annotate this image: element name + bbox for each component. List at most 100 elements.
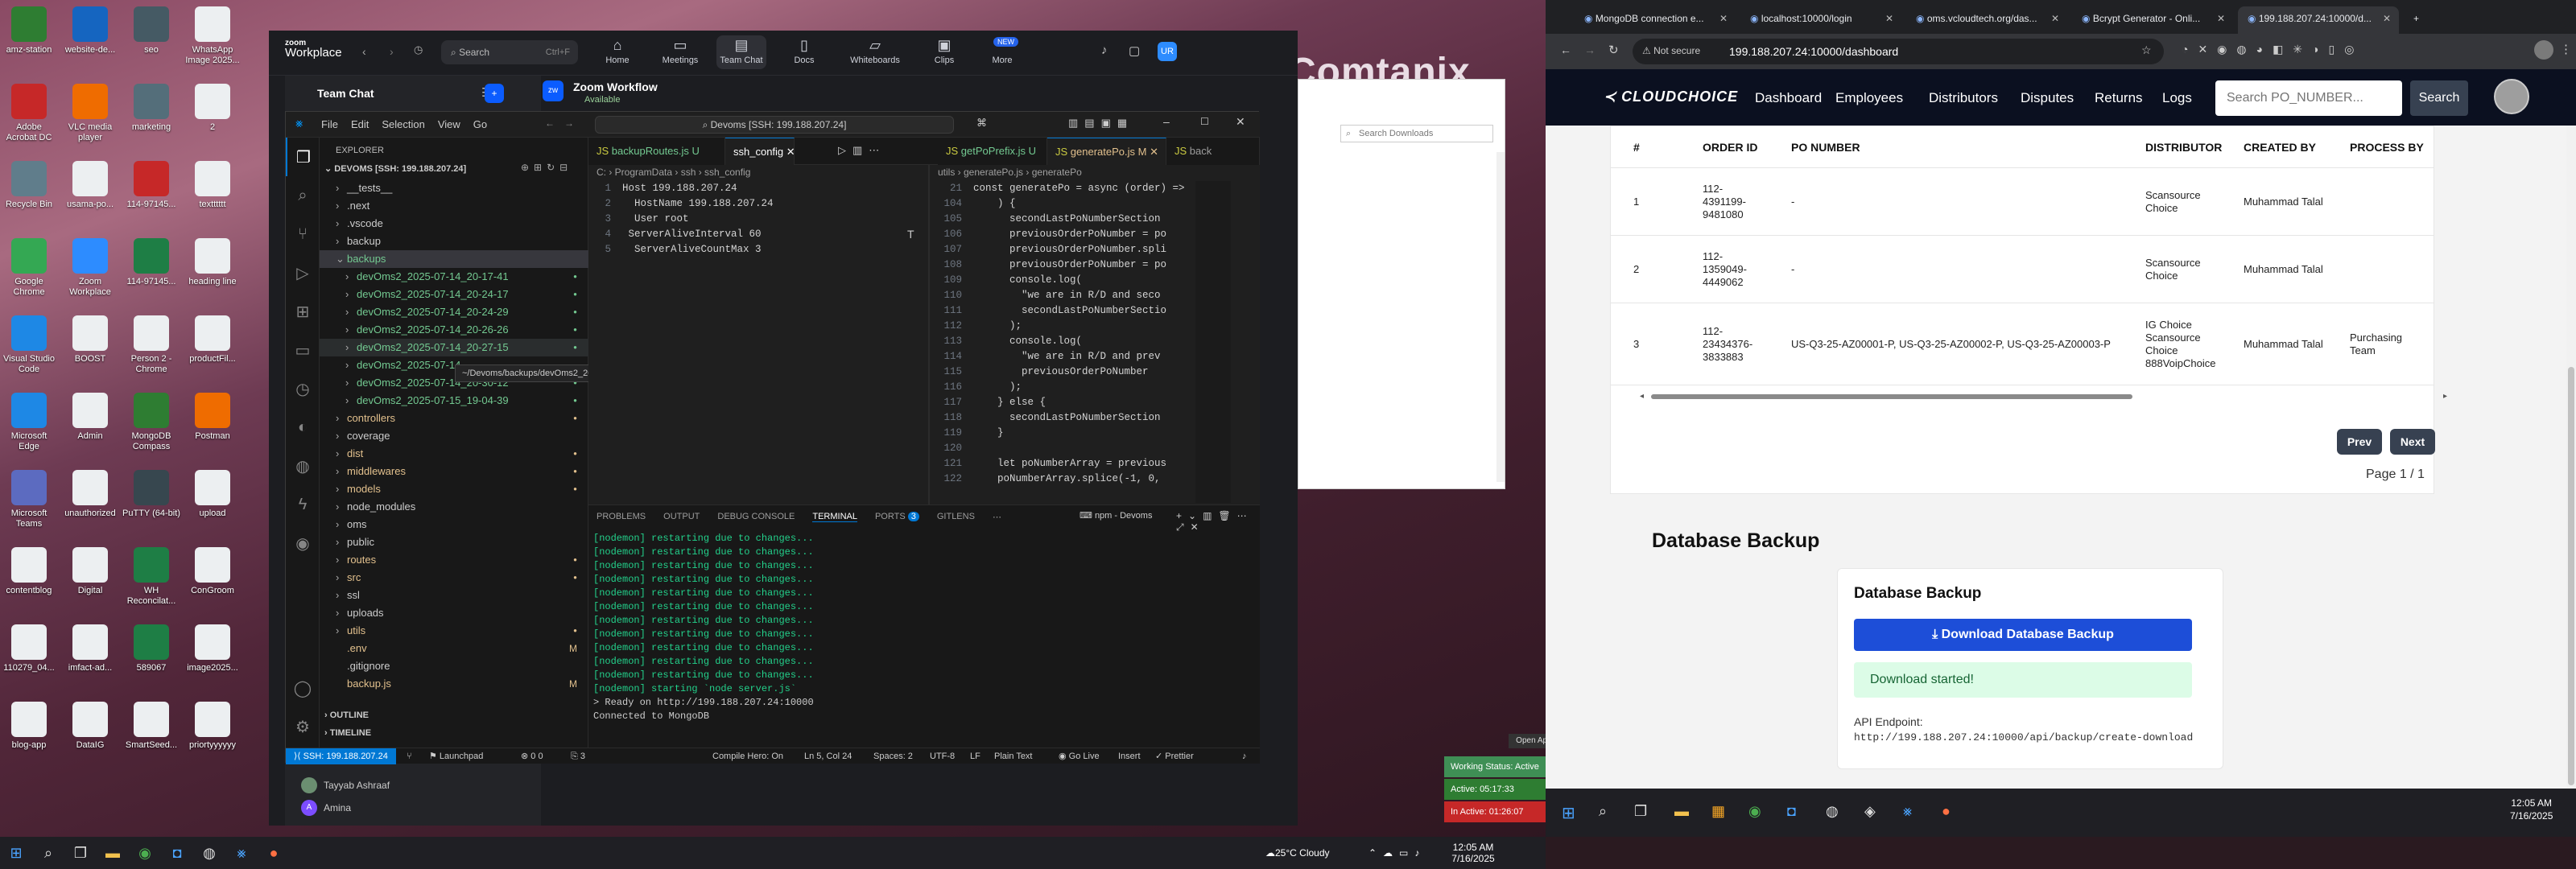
desktop-icon-dataig[interactable]: DataIG (61, 702, 119, 751)
tab-generatepo[interactable]: JS generatePo.js M ✕ (1047, 138, 1166, 165)
desktop-icon-file-110279[interactable]: 110279_04... (0, 624, 58, 673)
desktop-icon-smartseed[interactable]: SmartSeed... (122, 702, 180, 751)
profile-avatar[interactable] (2534, 40, 2553, 60)
nav-distributors[interactable]: Distributors (1929, 90, 1998, 106)
postman-taskbar-icon[interactable]: ● (1942, 803, 1951, 820)
terminal-actions-icons[interactable]: +⌄▥🗑⋯⤢✕ (1176, 510, 1260, 533)
desktop-icon-seo[interactable]: seo (122, 6, 180, 56)
launchpad-item[interactable]: ⚑ Launchpad (429, 748, 483, 764)
tree-item[interactable]: › devOms2_2025-07-14_20-24-29 ● (320, 303, 588, 321)
menu-view[interactable]: View (438, 118, 460, 130)
timeline-icon[interactable]: ◷ (286, 369, 320, 408)
tree-item[interactable]: › controllers ● (320, 410, 588, 427)
desktop-icon-marketing[interactable]: marketing (122, 84, 180, 133)
tree-item[interactable]: › src ● (320, 569, 588, 587)
clock-left[interactable]: 12:05 AM 7/16/2025 (1449, 837, 1497, 869)
menu-edit[interactable]: Edit (351, 118, 369, 130)
next-page-button[interactable]: Next (2390, 429, 2435, 455)
indentation[interactable]: Spaces: 2 (873, 748, 913, 764)
weather-widget[interactable]: ☁ 25°C Cloudy (1265, 837, 1330, 869)
maximize-icon[interactable]: ☐ (1200, 116, 1209, 127)
task-view-icon[interactable]: ❐ (64, 837, 97, 869)
nav-disputes[interactable]: Disputes (2021, 90, 2074, 106)
zoom-tab-team-chat[interactable]: ▤ Team Chat (716, 35, 766, 69)
desktop-icon-person2-chrome[interactable]: Person 2 - Chrome (122, 315, 180, 375)
prev-page-button[interactable]: Prev (2337, 429, 2382, 455)
explorer-actions-icons[interactable]: ⊕⊞↻⊟ (521, 162, 572, 173)
tree-item[interactable]: › ssl (320, 587, 588, 604)
tree-item[interactable]: .gitignore (320, 657, 588, 675)
desktop-icon-zoom-workplace[interactable]: Zoom Workplace (61, 238, 119, 298)
vscode-taskbar-icon[interactable]: ⨳ (1903, 803, 1912, 820)
desktop-icon-boost[interactable]: BOOST (61, 315, 119, 364)
clock-right[interactable]: 12:05 AM 7/16/2025 (2510, 797, 2553, 822)
desktop-icon-website-de[interactable]: website-de... (61, 6, 119, 56)
panel-tab-output[interactable]: OUTPUT (663, 512, 700, 522)
desktop-icon-vlc[interactable]: VLC media player (61, 84, 119, 143)
desktop-icon-blog-app[interactable]: blog-app (0, 702, 58, 751)
nav-returns[interactable]: Returns (2095, 90, 2143, 106)
command-center-search[interactable]: ⌕ Devoms [SSH: 199.188.207.24] (595, 116, 954, 134)
minimize-icon[interactable]: – (1163, 115, 1170, 128)
panel-tab-terminal[interactable]: TERMINAL (812, 512, 857, 522)
history-icon[interactable]: ◷ (414, 43, 423, 56)
source-control-icon[interactable]: ⑂ (286, 215, 320, 253)
nav-dashboard[interactable]: Dashboard (1755, 90, 1822, 106)
zoom-tab-docs[interactable]: ▯ Docs (779, 37, 829, 65)
chrome-tab[interactable]: ◉ localhost:10000/login ✕ (1740, 6, 1901, 34)
download-backup-button[interactable]: ⤓ Download Database Backup (1854, 619, 2192, 651)
tree-item[interactable]: › devOms2_2025-07-14_20-17-41 ● (320, 268, 588, 286)
table-scrollbar[interactable]: ◂ ▸ (1640, 392, 2450, 402)
branch-icon[interactable]: ⑂ (407, 748, 412, 764)
tree-item[interactable]: backup.js M (320, 675, 588, 693)
terminal-selector[interactable]: ⌨ npm - Devoms (1080, 510, 1152, 521)
zoom-search-box[interactable]: ⌕ Search Ctrl+F (441, 40, 578, 64)
extensions-icon[interactable]: ⊞ (286, 292, 320, 331)
zoom-tab-whiteboards[interactable]: ▱ Whiteboards (844, 37, 906, 65)
chrome-tab[interactable]: ◉ oms.vcloudtech.org/das... ✕ (1906, 6, 2067, 34)
tree-item[interactable]: › middlewares ● (320, 463, 588, 480)
tree-item[interactable]: › dist ● (320, 445, 588, 463)
desktop-icon-xls-114[interactable]: 114-97145... (122, 238, 180, 287)
scrollbar-thumb[interactable] (1651, 394, 2132, 399)
tree-item[interactable]: › devOms2_2025-07-14_20-27-15 ● (320, 339, 588, 356)
cursor-position[interactable]: Ln 5, Col 24 (804, 748, 852, 764)
desktop-icon-textttttt[interactable]: textttttt (184, 161, 242, 210)
tab-back[interactable]: JS back (1166, 138, 1260, 165)
editor-ssh-config[interactable]: C: › ProgramData › ssh › ssh_config 1 Hos… (588, 165, 928, 505)
settings-gear-icon[interactable]: ⚙ (286, 707, 320, 746)
close-icon[interactable]: ✕ (1885, 6, 1893, 31)
tab-ssh-config[interactable]: ssh_config ✕ (725, 138, 795, 165)
zoom-tab-meetings[interactable]: ▭ Meetings (655, 37, 705, 65)
new-chat-button[interactable]: + (485, 84, 504, 103)
panel-tab-ports[interactable]: PORTS 3 (875, 512, 919, 522)
tree-item[interactable]: ⌄ backups (320, 250, 588, 268)
desktop-icon-imfact-ad[interactable]: imfact-ad... (61, 624, 119, 673)
panel-tab-problems[interactable]: PROBLEMS (597, 512, 646, 522)
desktop-icon-amz-station[interactable]: amz-station (0, 6, 58, 56)
desktop-icon-google-chrome[interactable]: Google Chrome (0, 238, 58, 298)
desktop-icon-unauthorized[interactable]: unauthorized (61, 470, 119, 519)
close-icon[interactable]: ✕ (2217, 6, 2225, 31)
forward-arrow-icon[interactable]: → (1584, 43, 1596, 56)
close-icon[interactable]: ✕ (2051, 6, 2059, 31)
gitlens-icon[interactable]: ◐ (286, 408, 320, 447)
new-tab-button[interactable]: + (2404, 6, 2429, 34)
contact-name[interactable]: Tayyab Ashraaf (324, 780, 390, 791)
tree-item[interactable]: › node_modules (320, 498, 588, 516)
desktop-icon-whatsapp-image[interactable]: WhatsApp Image 2025... (184, 6, 242, 66)
app2-taskbar-icon[interactable]: ◈ (1864, 803, 1876, 820)
tree-item[interactable]: › oms (320, 516, 588, 533)
chrome-tab[interactable]: ◉ MongoDB connection e... ✕ (1575, 6, 1736, 34)
address-bar[interactable]: ⚠ Not secure 199.188.207.24:10000/dashbo… (1633, 39, 2164, 64)
zoom-taskbar-icon[interactable]: ◘ (1787, 803, 1796, 820)
app-taskbar-icon[interactable]: ◍ (1826, 803, 1839, 820)
start-icon[interactable]: ⊞ (0, 837, 32, 869)
close-icon[interactable]: ✕ (786, 146, 794, 158)
problems-indicator[interactable]: ⊗ 0 0 (521, 748, 543, 764)
timeline-section[interactable]: › TIMELINE (324, 728, 371, 738)
back-arrow-icon[interactable]: ← (1560, 43, 1571, 56)
postman-taskbar-icon[interactable]: ● (258, 837, 290, 869)
desktop-icon-mongodb-compass[interactable]: MongoDB Compass (122, 393, 180, 452)
contact-name[interactable]: Amina (324, 802, 351, 813)
